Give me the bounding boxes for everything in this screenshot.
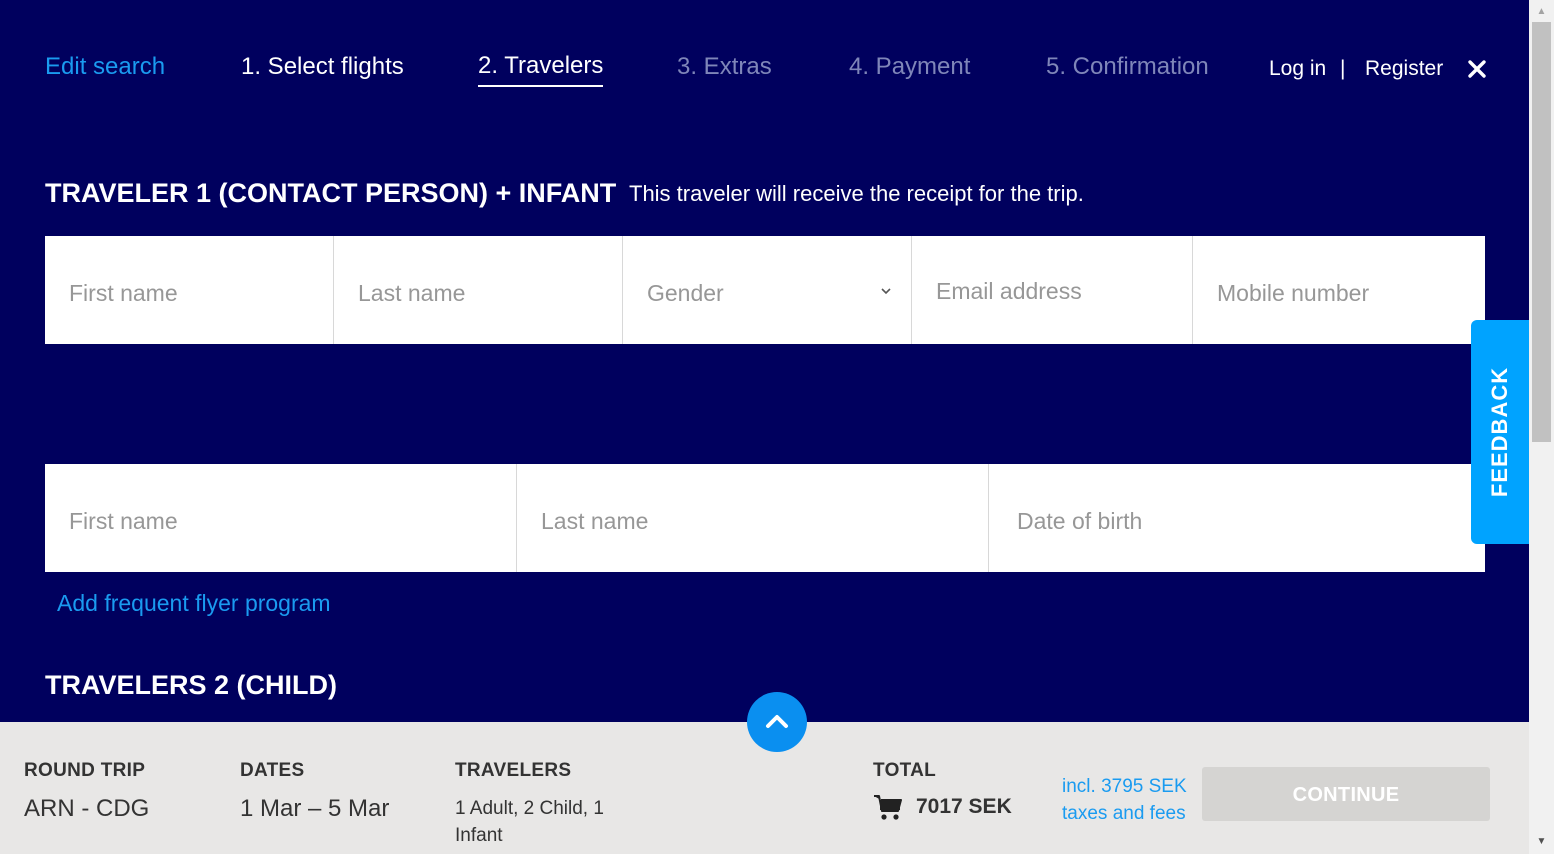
first-name-placeholder: First name xyxy=(69,280,178,306)
traveler1-title: TRAVELER 1 (CONTACT PERSON) + INFANT xyxy=(45,178,617,208)
edit-search-link[interactable]: Edit search xyxy=(45,52,165,82)
step-confirmation: 5. Confirmation xyxy=(1046,53,1209,80)
close-icon[interactable] xyxy=(1463,54,1491,84)
first-name-field[interactable]: First name xyxy=(45,236,334,344)
infant-dob-field[interactable]: Date of birth xyxy=(989,464,1485,572)
mobile-field[interactable]: Mobile number xyxy=(1193,236,1485,344)
travelers-value: 1 Adult, 2 Child, 1 Infant xyxy=(455,798,604,846)
scroll-up-button[interactable] xyxy=(747,692,807,752)
auth-separator: | xyxy=(1340,57,1346,80)
step-select-flights[interactable]: 1. Select flights xyxy=(241,52,404,82)
gender-placeholder: Gender xyxy=(647,280,724,306)
infant-dob-placeholder: Date of birth xyxy=(1017,508,1143,534)
step-travelers[interactable]: 2. Travelers xyxy=(478,51,604,87)
email-field[interactable]: Email address xyxy=(912,236,1193,344)
add-frequent-flyer-link[interactable]: Add frequent flyer program xyxy=(57,589,331,617)
infant-last-name-field[interactable]: Last name xyxy=(517,464,989,572)
continue-button[interactable]: CONTINUE xyxy=(1202,767,1490,821)
infant-form: First name Last name Date of birth xyxy=(45,464,1485,572)
dates-label: DATES xyxy=(240,760,305,781)
register-link[interactable]: Register xyxy=(1365,56,1443,82)
cart-icon xyxy=(874,795,902,820)
infant-first-name-placeholder: First name xyxy=(69,508,178,534)
email-placeholder: Email address xyxy=(936,278,1082,304)
taxes-fees-link[interactable]: incl. 3795 SEK taxes and fees xyxy=(1062,773,1197,827)
last-name-placeholder: Last name xyxy=(358,280,466,306)
last-name-field[interactable]: Last name xyxy=(334,236,623,344)
dates-value: 1 Mar – 5 Mar xyxy=(240,795,390,822)
feedback-tab[interactable]: FEEDBACK xyxy=(1471,320,1529,544)
total-amount: 7017 SEK xyxy=(916,795,1012,818)
page: Edit search 1. Select flights 2. Travele… xyxy=(0,0,1529,854)
traveler2-title: TRAVELERS 2 (CHILD) xyxy=(45,670,338,700)
travelers-label: TRAVELERS xyxy=(455,760,572,781)
scrollbar-thumb[interactable] xyxy=(1532,22,1551,442)
infant-first-name-field[interactable]: First name xyxy=(45,464,517,572)
step-extras: 3. Extras xyxy=(677,53,772,80)
feedback-label: FEEDBACK xyxy=(1487,366,1512,498)
traveler1-form: First name Last name Gender Email addres… xyxy=(45,236,1485,344)
scroll-down-arrow-icon[interactable]: ▼ xyxy=(1529,834,1554,850)
infant-last-name-placeholder: Last name xyxy=(541,508,649,534)
chevron-up-icon xyxy=(766,715,788,728)
login-link[interactable]: Log in xyxy=(1269,56,1326,82)
chevron-down-icon xyxy=(881,288,891,295)
traveler1-subtitle: This traveler will receive the receipt f… xyxy=(629,181,1084,206)
trip-type-label: ROUND TRIP xyxy=(24,760,146,781)
total-label: TOTAL xyxy=(873,760,937,781)
mobile-placeholder: Mobile number xyxy=(1217,280,1370,306)
route-value: ARN - CDG xyxy=(24,795,150,822)
page-scrollbar[interactable]: ▲ ▼ xyxy=(1529,0,1554,854)
gender-select[interactable]: Gender xyxy=(623,236,912,344)
scroll-up-arrow-icon[interactable]: ▲ xyxy=(1529,4,1554,20)
step-payment: 4. Payment xyxy=(849,53,971,80)
